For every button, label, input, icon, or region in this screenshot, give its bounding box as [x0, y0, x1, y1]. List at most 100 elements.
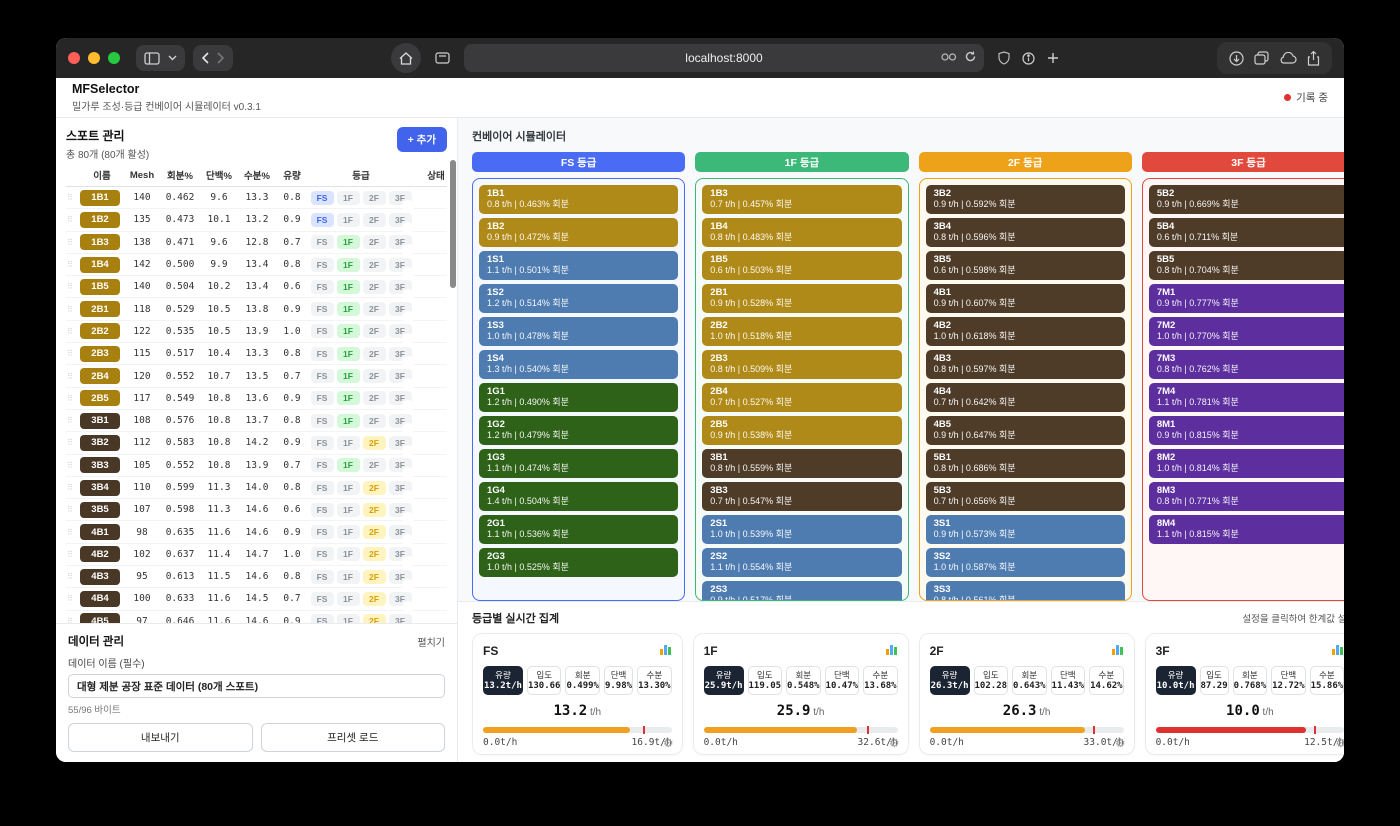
spot-chip[interactable]: 1S21.2 t/h | 0.514% 회분 — [479, 284, 678, 313]
grade-pill-3f[interactable]: 3F — [389, 614, 412, 623]
grade-pill-1f[interactable]: 1F — [337, 414, 360, 428]
spot-chip[interactable]: 3S10.9 t/h | 0.573% 회분 — [926, 515, 1125, 544]
spot-chip[interactable]: 2B30.8 t/h | 0.509% 회분 — [702, 350, 901, 379]
drag-handle-icon[interactable]: ⠿ — [67, 193, 78, 202]
grade-pill-2f[interactable]: 2F — [363, 570, 386, 584]
bar-chart-icon[interactable] — [659, 642, 672, 660]
spot-chip[interactable]: 3B10.8 t/h | 0.559% 회분 — [702, 449, 901, 478]
grade-pill-fs[interactable]: FS — [311, 391, 334, 405]
spot-chip[interactable]: 1G11.2 t/h | 0.490% 회분 — [479, 383, 678, 412]
spot-chip[interactable]: 4B40.7 t/h | 0.642% 회분 — [926, 383, 1125, 412]
zoom-window-button[interactable] — [108, 52, 120, 64]
grade-pill-2f[interactable]: 2F — [363, 503, 386, 517]
grade-pill-2f[interactable]: 2F — [363, 258, 386, 272]
grade-pill-fs[interactable]: FS — [311, 436, 334, 450]
grade-pill-fs[interactable]: FS — [311, 280, 334, 294]
tab-media-icon[interactable] — [941, 51, 957, 65]
spot-chip[interactable]: 3B50.6 t/h | 0.598% 회분 — [926, 251, 1125, 280]
grade-pill-1f[interactable]: 1F — [337, 391, 360, 405]
tab-overview-icon[interactable] — [1254, 51, 1269, 65]
spot-chip[interactable]: 2B10.9 t/h | 0.528% 회분 — [702, 284, 901, 313]
spot-chip[interactable]: 4B50.9 t/h | 0.647% 회분 — [926, 416, 1125, 445]
reload-icon[interactable] — [965, 51, 976, 65]
grade-pill-2f[interactable]: 2F — [363, 414, 386, 428]
spot-chip[interactable]: 1B10.8 t/h | 0.463% 회분 — [479, 185, 678, 214]
grade-pill-2f[interactable]: 2F — [363, 458, 386, 472]
grade-pill-1f[interactable]: 1F — [337, 324, 360, 338]
grade-pill-1f[interactable]: 1F — [337, 302, 360, 316]
spot-chip[interactable]: 1G41.4 t/h | 0.504% 회분 — [479, 482, 678, 511]
grade-pill-1f[interactable]: 1F — [337, 436, 360, 450]
spot-chip[interactable]: 3S30.8 t/h | 0.561% 회분 — [926, 581, 1125, 601]
gear-icon[interactable]: ⚙ — [889, 736, 900, 750]
spot-chip[interactable]: 7M21.0 t/h | 0.770% 회분 — [1149, 317, 1344, 346]
grade-pill-fs[interactable]: FS — [311, 235, 334, 249]
drag-handle-icon[interactable]: ⠿ — [67, 528, 78, 537]
spot-chip[interactable]: 3S21.0 t/h | 0.587% 회분 — [926, 548, 1125, 577]
gear-icon[interactable]: ⚙ — [1335, 736, 1344, 750]
grade-pill-fs[interactable]: FS — [311, 191, 334, 205]
spot-chip[interactable]: 2S30.9 t/h | 0.517% 회분 — [702, 581, 901, 601]
drag-handle-icon[interactable]: ⠿ — [67, 505, 78, 514]
grade-pill-1f[interactable]: 1F — [337, 369, 360, 383]
bar-chart-icon[interactable] — [1111, 642, 1124, 660]
spot-chip[interactable]: 1S11.1 t/h | 0.501% 회분 — [479, 251, 678, 280]
gear-icon[interactable]: ⚙ — [663, 736, 674, 750]
drag-handle-icon[interactable]: ⠿ — [67, 617, 78, 623]
grade-pill-2f[interactable]: 2F — [363, 347, 386, 361]
grade-pill-2f[interactable]: 2F — [363, 191, 386, 205]
spot-chip[interactable]: 1B30.7 t/h | 0.457% 회분 — [702, 185, 901, 214]
grade-pill-2f[interactable]: 2F — [363, 614, 386, 623]
back-icon[interactable] — [201, 52, 209, 64]
spot-chip[interactable]: 8M30.8 t/h | 0.771% 회분 — [1149, 482, 1344, 511]
spot-chip[interactable]: 5B10.8 t/h | 0.686% 회분 — [926, 449, 1125, 478]
grade-pill-1f[interactable]: 1F — [337, 614, 360, 623]
grade-pill-1f[interactable]: 1F — [337, 280, 360, 294]
spot-chip[interactable]: 5B20.9 t/h | 0.669% 회분 — [1149, 185, 1344, 214]
table-scrollbar[interactable] — [450, 160, 456, 288]
grade-pill-fs[interactable]: FS — [311, 614, 334, 623]
info-icon[interactable] — [1022, 52, 1035, 65]
spot-chip[interactable]: 4B30.8 t/h | 0.597% 회분 — [926, 350, 1125, 379]
spot-chip[interactable]: 3B40.8 t/h | 0.596% 회분 — [926, 218, 1125, 247]
spot-chip[interactable]: 1S31.0 t/h | 0.478% 회분 — [479, 317, 678, 346]
drag-handle-icon[interactable]: ⠿ — [67, 238, 78, 247]
grade-pill-1f[interactable]: 1F — [337, 592, 360, 606]
drag-handle-icon[interactable]: ⠿ — [67, 305, 78, 314]
spot-chip[interactable]: 7M10.9 t/h | 0.777% 회분 — [1149, 284, 1344, 313]
spot-chip[interactable]: 2B50.9 t/h | 0.538% 회분 — [702, 416, 901, 445]
page-format-icon[interactable] — [435, 52, 450, 64]
drag-handle-icon[interactable]: ⠿ — [67, 550, 78, 559]
downloads-icon[interactable] — [1229, 51, 1244, 66]
grade-pill-fs[interactable]: FS — [311, 592, 334, 606]
grade-pill-1f[interactable]: 1F — [337, 503, 360, 517]
grade-pill-1f[interactable]: 1F — [337, 525, 360, 539]
grade-pill-2f[interactable]: 2F — [363, 436, 386, 450]
spot-chip[interactable]: 1B20.9 t/h | 0.472% 회분 — [479, 218, 678, 247]
grade-pill-2f[interactable]: 2F — [363, 525, 386, 539]
bar-chart-icon[interactable] — [1331, 642, 1344, 660]
drag-handle-icon[interactable]: ⠿ — [67, 416, 78, 425]
grade-pill-2f[interactable]: 2F — [363, 324, 386, 338]
drag-handle-icon[interactable]: ⠿ — [67, 572, 78, 581]
spot-chip[interactable]: 8M21.0 t/h | 0.814% 회분 — [1149, 449, 1344, 478]
grade-pill-fs[interactable]: FS — [311, 213, 334, 227]
grade-pill-fs[interactable]: FS — [311, 369, 334, 383]
minimize-window-button[interactable] — [88, 52, 100, 64]
forward-icon[interactable] — [217, 52, 225, 64]
grade-pill-2f[interactable]: 2F — [363, 213, 386, 227]
chevron-down-icon[interactable] — [168, 55, 177, 61]
spot-chip[interactable]: 1B40.8 t/h | 0.483% 회분 — [702, 218, 901, 247]
spot-chip[interactable]: 3B20.9 t/h | 0.592% 회분 — [926, 185, 1125, 214]
column-header-2f[interactable]: 2F 등급 — [919, 152, 1132, 172]
grade-pill-fs[interactable]: FS — [311, 414, 334, 428]
column-header-1f[interactable]: 1F 등급 — [695, 152, 908, 172]
drag-handle-icon[interactable]: ⠿ — [67, 372, 78, 381]
column-header-3f[interactable]: 3F 등급 — [1142, 152, 1344, 172]
spot-chip[interactable]: 2B21.0 t/h | 0.518% 회분 — [702, 317, 901, 346]
grade-pill-1f[interactable]: 1F — [337, 547, 360, 561]
grade-pill-2f[interactable]: 2F — [363, 592, 386, 606]
expand-link[interactable]: 펼치기 — [417, 634, 445, 649]
privacy-shield-icon[interactable] — [998, 51, 1010, 65]
grade-pill-1f[interactable]: 1F — [337, 347, 360, 361]
